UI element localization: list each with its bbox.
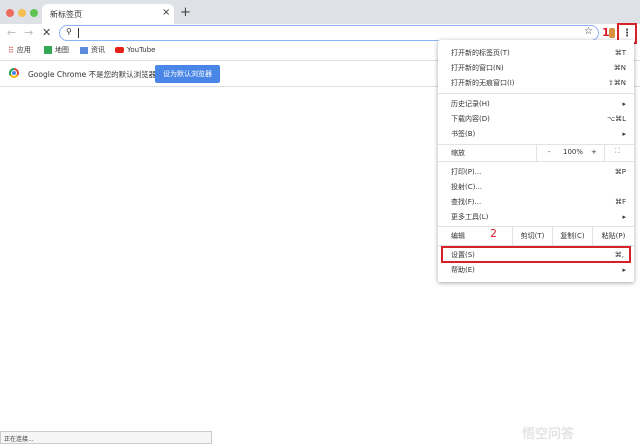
- forward-icon[interactable]: →: [24, 26, 33, 39]
- menu-settings[interactable]: 设置(S) ⌘,: [441, 246, 631, 263]
- maps-icon: [44, 46, 52, 54]
- bookmark-label: 应用: [16, 46, 31, 54]
- menu-new-window[interactable]: 打开新的窗口(N) ⌘N: [438, 60, 634, 75]
- paste-button[interactable]: 粘贴(P): [592, 227, 634, 245]
- tab-title: 新标签页: [50, 9, 82, 19]
- star-icon[interactable]: ☆: [584, 26, 593, 37]
- menu-more-tools[interactable]: 更多工具(L) ▸: [438, 209, 634, 224]
- bookmark-label: YouTube: [127, 46, 156, 54]
- zoom-in-button[interactable]: +: [591, 148, 597, 156]
- close-window-button[interactable]: [6, 9, 14, 17]
- minimize-window-button[interactable]: [18, 9, 26, 17]
- set-default-browser-button[interactable]: 设为默认浏览器: [155, 65, 220, 83]
- tab-new-tab[interactable]: 新标签页 ×: [42, 4, 174, 24]
- menu-new-incognito[interactable]: 打开新的无痕窗口(I) ⇧⌘N: [438, 75, 634, 90]
- chrome-menu: 打开新的标签页(T) ⌘T 打开新的窗口(N) ⌘N 打开新的无痕窗口(I) ⇧⌘N …: [438, 40, 634, 282]
- menu-cast[interactable]: 投射(C)...: [438, 179, 634, 194]
- apps-grid-icon: ⠿: [8, 45, 14, 55]
- maximize-window-button[interactable]: [30, 9, 38, 17]
- youtube-icon: [115, 47, 124, 53]
- address-bar[interactable]: ⚲ ☆: [59, 25, 599, 41]
- step-2-label: 2: [490, 227, 497, 240]
- divider: [438, 93, 634, 94]
- menu-find[interactable]: 查找(F)... ⌘F: [438, 194, 634, 209]
- bookmark-apps[interactable]: ⠿ 应用: [8, 43, 31, 57]
- menu-bookmarks[interactable]: 书签(B) ▸: [438, 126, 634, 141]
- cut-button[interactable]: 剪切(T): [512, 227, 552, 245]
- watermark: 悟空问答: [522, 427, 575, 442]
- stop-icon[interactable]: ✕: [42, 26, 51, 39]
- menu-zoom-row: 缩放 - 100% + ⛶: [438, 145, 634, 161]
- zoom-out-button[interactable]: -: [548, 148, 551, 156]
- chrome-logo-icon: [9, 68, 19, 78]
- menu-print[interactable]: 打印(P)... ⌘P: [438, 164, 634, 179]
- zoom-level: 100%: [563, 148, 584, 156]
- divider: [438, 161, 634, 162]
- copy-button[interactable]: 复制(C): [552, 227, 592, 245]
- status-bubble: 正在连接...: [0, 431, 212, 444]
- text-cursor: [78, 28, 79, 38]
- bookmark-label: 资讯: [91, 46, 105, 54]
- new-tab-button[interactable]: +: [180, 5, 191, 20]
- fullscreen-icon[interactable]: ⛶: [615, 147, 620, 156]
- menu-history[interactable]: 历史记录(H) ▸: [438, 96, 634, 111]
- bookmark-maps[interactable]: 地图: [44, 43, 69, 57]
- tab-close-icon[interactable]: ×: [162, 7, 170, 18]
- back-icon[interactable]: ←: [7, 26, 16, 39]
- bookmark-youtube[interactable]: YouTube: [115, 43, 155, 57]
- bookmark-label: 地图: [55, 46, 69, 54]
- menu-help[interactable]: 帮助(E) ▸: [438, 262, 634, 277]
- menu-edit-row: 编辑 2 剪切(T) 复制(C) 粘贴(P): [438, 227, 634, 245]
- search-icon: ⚲: [66, 27, 72, 36]
- menu-downloads[interactable]: 下载内容(D) ⌥⌘L: [438, 111, 634, 126]
- extension-icon[interactable]: [609, 28, 615, 38]
- news-icon: [80, 46, 88, 54]
- menu-new-tab[interactable]: 打开新的标签页(T) ⌘T: [438, 45, 634, 60]
- infobar-message: Google Chrome 不是您的默认浏览器: [28, 70, 157, 79]
- bookmark-news[interactable]: 资讯: [80, 43, 105, 57]
